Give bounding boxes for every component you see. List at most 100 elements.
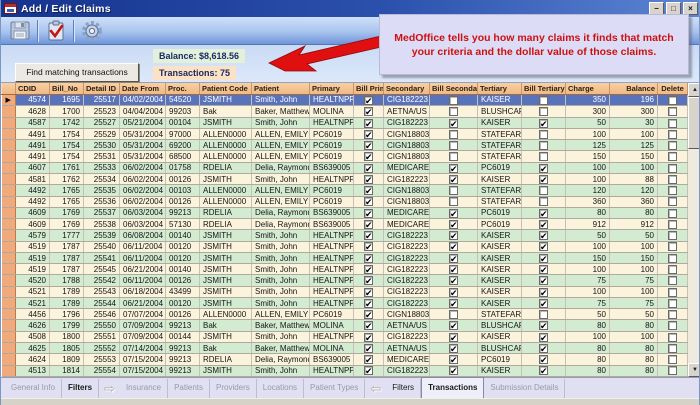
bill-secondary-checkbox[interactable]: ✔ <box>449 220 458 229</box>
table-row[interactable]: 449117542553005/31/200469200ALLEN0000ALL… <box>2 140 688 151</box>
cell-secondary[interactable]: MEDICARE <box>384 354 430 365</box>
cell-bill_no[interactable]: 1789 <box>50 286 84 297</box>
cell-cdid[interactable]: 4519 <box>16 264 50 275</box>
cell-patient[interactable]: ALLEN, EMILY <box>252 309 310 320</box>
cell-proc[interactable]: 57130 <box>166 219 200 230</box>
record-selector-cell[interactable] <box>2 286 16 297</box>
bill-tertiary-checkbox[interactable]: ✔ <box>539 333 548 342</box>
cell-detail_id[interactable]: 25543 <box>84 286 120 297</box>
table-row[interactable]: 457917772553906/08/200400140JSMITHSmith,… <box>2 230 688 241</box>
cell-cdid[interactable]: 4587 <box>16 117 50 128</box>
cell-patient_code[interactable]: JSMITH <box>200 365 252 376</box>
cell-proc[interactable]: 00120 <box>166 241 200 252</box>
cell-date_from[interactable]: 06/02/2004 <box>120 174 166 185</box>
cell-secondary[interactable]: CIG182223 <box>384 365 430 376</box>
cell-proc[interactable]: 69200 <box>166 140 200 151</box>
cell-primary[interactable]: MOLINA <box>310 106 354 117</box>
bill-tertiary-checkbox[interactable]: ✔ <box>539 321 548 330</box>
cell-charge[interactable]: 100 <box>566 128 610 139</box>
bill-primary-checkbox[interactable]: ✔ <box>364 355 373 364</box>
cell-primary[interactable]: BS639005 <box>310 219 354 230</box>
record-selector-cell[interactable] <box>2 343 16 354</box>
cell-tertiary[interactable]: BLUSHCAPL <box>478 106 522 117</box>
bill-primary-checkbox[interactable]: ✔ <box>364 175 373 184</box>
record-selector-cell[interactable] <box>2 264 16 275</box>
cell-detail_id[interactable]: 25546 <box>84 309 120 320</box>
cell-secondary[interactable]: CIGN18803 <box>384 140 430 151</box>
cell-patient_code[interactable]: JSMITH <box>200 174 252 185</box>
cell-patient[interactable]: Baker, Matthew <box>252 343 310 354</box>
cell-secondary[interactable]: CIGN18803 <box>384 128 430 139</box>
delete-checkbox[interactable] <box>668 197 677 206</box>
cell-bill_no[interactable]: 1769 <box>50 219 84 230</box>
cell-patient[interactable]: Smith, John <box>252 230 310 241</box>
bill-secondary-checkbox[interactable]: ✔ <box>449 366 458 375</box>
cell-date_from[interactable]: 05/31/2004 <box>120 151 166 162</box>
cell-charge[interactable]: 150 <box>566 252 610 263</box>
cell-primary[interactable]: HEALTNPPO <box>310 275 354 286</box>
record-selector-cell[interactable] <box>2 117 16 128</box>
table-row[interactable]: 451917872554006/11/200400120JSMITHSmith,… <box>2 241 688 252</box>
cell-bill_no[interactable]: 1787 <box>50 264 84 275</box>
bill-secondary-checkbox[interactable] <box>449 96 458 105</box>
cell-proc[interactable]: 54520 <box>166 94 200 106</box>
cell-secondary[interactable]: MEDICARE <box>384 219 430 230</box>
cell-secondary[interactable]: CIG182223 <box>384 174 430 185</box>
cell-proc[interactable]: 00126 <box>166 309 200 320</box>
cell-detail_id[interactable]: 25545 <box>84 264 120 275</box>
cell-proc[interactable]: 97000 <box>166 128 200 139</box>
cell-date_from[interactable]: 06/03/2004 <box>120 219 166 230</box>
cell-tertiary[interactable]: KAISER <box>478 264 522 275</box>
cell-detail_id[interactable]: 25523 <box>84 106 120 117</box>
delete-checkbox[interactable] <box>668 220 677 229</box>
cell-cdid[interactable]: 4609 <box>16 219 50 230</box>
cell-charge[interactable]: 300 <box>566 106 610 117</box>
cell-primary[interactable]: HEALTNPPO <box>310 230 354 241</box>
cell-cdid[interactable]: 4521 <box>16 286 50 297</box>
column-header-primary[interactable]: Primary <box>310 83 354 94</box>
cell-patient_code[interactable]: JSMITH <box>200 230 252 241</box>
cell-secondary[interactable]: MEDICARE <box>384 162 430 173</box>
cell-patient[interactable]: Smith, John <box>252 252 310 263</box>
record-selector-cell[interactable] <box>2 252 16 263</box>
bill-primary-checkbox[interactable]: ✔ <box>364 254 373 263</box>
cell-date_from[interactable]: 06/02/2004 <box>120 185 166 196</box>
delete-checkbox[interactable] <box>668 152 677 161</box>
cell-secondary[interactable]: CIGN18803 <box>384 196 430 207</box>
cell-proc[interactable]: 00103 <box>166 185 200 196</box>
record-selector-cell[interactable] <box>2 320 16 331</box>
cell-tertiary[interactable]: KAISER <box>478 94 522 106</box>
bill-secondary-checkbox[interactable] <box>449 186 458 195</box>
cell-bill_no[interactable]: 1799 <box>50 320 84 331</box>
cell-balance[interactable]: 50 <box>610 230 658 241</box>
delete-checkbox[interactable] <box>668 366 677 375</box>
cell-charge[interactable]: 125 <box>566 140 610 151</box>
bill-primary-checkbox[interactable]: ✔ <box>364 231 373 240</box>
cell-patient_code[interactable]: RDELIA <box>200 354 252 365</box>
cell-patient[interactable]: ALLEN, EMILY <box>252 151 310 162</box>
cell-primary[interactable]: MOLINA <box>310 343 354 354</box>
delete-checkbox[interactable] <box>668 310 677 319</box>
cell-detail_id[interactable]: 25534 <box>84 174 120 185</box>
record-selector-cell[interactable] <box>2 275 16 286</box>
column-header-bill-no[interactable]: Bill_No <box>50 83 84 94</box>
cell-primary[interactable]: PC6019 <box>310 185 354 196</box>
bill-secondary-checkbox[interactable]: ✔ <box>449 333 458 342</box>
cell-tertiary[interactable]: KAISER <box>478 117 522 128</box>
cell-bill_no[interactable]: 1788 <box>50 275 84 286</box>
bill-primary-checkbox[interactable]: ✔ <box>364 107 373 116</box>
cell-date_from[interactable]: 04/02/2004 <box>120 94 166 106</box>
bill-secondary-checkbox[interactable]: ✔ <box>449 254 458 263</box>
cell-patient_code[interactable]: JSMITH <box>200 286 252 297</box>
cell-cdid[interactable]: 4581 <box>16 174 50 185</box>
post-claims-button[interactable] <box>42 19 70 43</box>
table-row[interactable]: 451318142555407/15/200499213JSMITHSmith,… <box>2 365 688 376</box>
cell-secondary[interactable]: CIG182223 <box>384 94 430 106</box>
cell-charge[interactable]: 80 <box>566 207 610 218</box>
bill-tertiary-checkbox[interactable]: ✔ <box>539 164 548 173</box>
record-selector-cell[interactable] <box>2 106 16 117</box>
record-selector-header[interactable] <box>2 83 16 94</box>
cell-cdid[interactable]: 4520 <box>16 275 50 286</box>
bill-primary-checkbox[interactable]: ✔ <box>364 152 373 161</box>
cell-detail_id[interactable]: 25552 <box>84 343 120 354</box>
